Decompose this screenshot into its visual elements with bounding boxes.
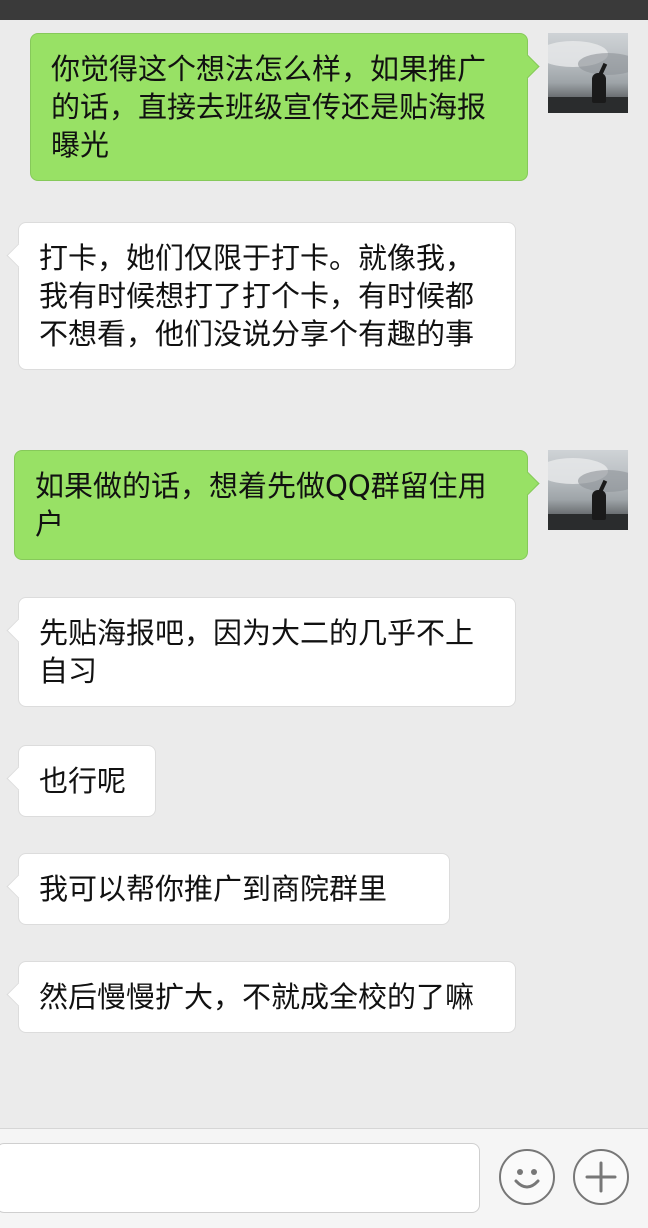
more-button[interactable] [573,1149,629,1205]
message-bubble-outgoing[interactable]: 如果做的话，想着先做QQ群留住用户 [14,450,540,560]
message-text: 也行呢 [39,764,127,798]
message-text: 如果做的话，想着先做QQ群留住用户 [35,469,487,541]
message-bubble-incoming[interactable]: 也行呢 [6,745,156,817]
message-bubble-incoming[interactable]: 我可以帮你推广到商院群里 [6,853,450,925]
user-avatar[interactable] [548,450,628,530]
message-bubble-outgoing[interactable]: 你觉得这个想法怎么样，如果推广的话，直接去班级宣传还是贴海报曝光 [30,33,540,181]
smiley-face-icon [514,1169,540,1189]
status-bar [0,0,648,20]
message-text: 然后慢慢扩大，不就成全校的了嘛 [39,980,475,1014]
message-bubble-incoming[interactable]: 先贴海报吧，因为大二的几乎不上自习 [6,597,516,707]
message-text: 先贴海报吧，因为大二的几乎不上自习 [39,616,475,688]
plus-icon [585,1161,617,1193]
message-text: 打卡，她们仅限于打卡。就像我，我有时候想打了打个卡，有时候都不想看，他们没说分享… [39,241,475,351]
input-bar [0,1128,648,1228]
message-bubble-incoming[interactable]: 然后慢慢扩大，不就成全校的了嘛 [6,961,516,1033]
message-input[interactable] [0,1143,480,1213]
emoji-button[interactable] [499,1149,555,1205]
chat-message-list[interactable]: 你觉得这个想法怎么样，如果推广的话，直接去班级宣传还是贴海报曝光 打卡，她们仅限… [0,20,648,1128]
user-avatar[interactable] [548,33,628,113]
message-text: 我可以帮你推广到商院群里 [39,872,388,906]
message-bubble-incoming[interactable]: 打卡，她们仅限于打卡。就像我，我有时候想打了打个卡，有时候都不想看，他们没说分享… [6,222,516,370]
message-text: 你觉得这个想法怎么样，如果推广的话，直接去班级宣传还是贴海报曝光 [51,52,487,162]
